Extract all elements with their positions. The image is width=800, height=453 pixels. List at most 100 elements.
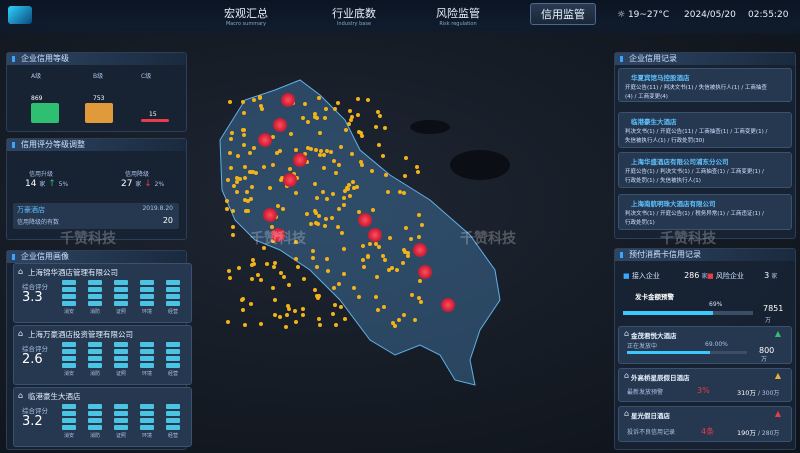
hotel-marker[interactable] [317,152,322,157]
record-card[interactable]: 上海南航明珠大酒店有限公司 判决文书(1) / 开庭公告(1) / 税务异常(1… [618,194,792,230]
hotel-marker[interactable] [258,103,263,108]
tab-risk-regulation[interactable]: 风险监管 Risk regulation [436,5,480,27]
risk-marker[interactable] [358,213,372,227]
hotel-marker[interactable] [352,285,357,290]
hotel-marker[interactable] [402,174,407,179]
hotel-marker[interactable] [301,115,306,120]
hotel-marker[interactable] [274,151,279,156]
prepaid-card[interactable]: ⌂ 星光假日酒店 ▲ 投诉不良信用记录 4条 190万 / 280万 [618,406,792,442]
hotel-downgrade-row[interactable]: 万豪酒店 2019.8.20 信用降级的有数 20 [13,203,179,229]
hotel-marker[interactable] [249,301,254,306]
hotel-marker[interactable] [412,318,417,323]
hotel-marker[interactable] [237,265,242,270]
hotel-marker[interactable] [242,322,247,327]
hotel-marker[interactable] [259,321,264,326]
hotel-marker[interactable] [268,185,273,190]
risk-marker[interactable] [283,173,297,187]
hotel-marker[interactable] [270,286,275,291]
record-card[interactable]: 华夏宾馆马控股酒店 开庭公告(11) / 判决文书(1) / 失信被执行人(1)… [618,68,792,102]
hotel-marker[interactable] [341,272,346,277]
hotel-marker[interactable] [243,208,248,213]
hotel-marker[interactable] [316,95,321,100]
hotel-marker[interactable] [349,152,354,157]
hotel-marker[interactable] [228,137,233,142]
record-card[interactable]: 上海华盛酒店有限公司浦东分公司 开庭公告(1) / 判决文书(1) / 工商抽查… [618,152,792,188]
hotel-marker[interactable] [251,97,256,102]
hotel-marker[interactable] [402,190,407,195]
hotel-marker[interactable] [330,311,335,316]
hotel-marker[interactable] [226,268,231,273]
hotel-marker[interactable] [284,313,289,318]
risk-marker[interactable] [258,133,272,147]
hotel-marker[interactable] [250,169,255,174]
hotel-marker[interactable] [403,225,408,230]
hotel-marker[interactable] [361,257,366,262]
hotel-marker[interactable] [242,132,246,137]
company-card[interactable]: ⌂ 上海锦华酒店管理有限公司 综合评分 3.3 消安 消防 证照 环境 经营 [13,263,192,323]
risk-marker[interactable] [368,228,382,242]
hotel-marker[interactable] [293,190,298,195]
hotel-marker[interactable] [396,317,401,322]
hotel-marker[interactable] [292,308,297,313]
risk-marker[interactable] [293,153,307,167]
hotel-marker[interactable] [376,245,381,250]
hotel-marker[interactable] [416,169,421,174]
hotel-marker[interactable] [386,267,391,272]
company-card[interactable]: ⌂ 上海万豪酒店投资管理有限公司 综合评分 2.6 消安 消防 证照 环境 经营 [13,325,192,385]
hotel-marker[interactable] [355,96,360,101]
hotel-marker[interactable] [301,276,306,281]
hotel-marker[interactable] [255,272,260,277]
hotel-marker[interactable] [375,307,380,312]
hotel-marker[interactable] [321,166,326,171]
hotel-marker[interactable] [351,186,356,191]
hotel-marker[interactable] [281,274,286,279]
hotel-marker[interactable] [361,243,366,248]
hotel-marker[interactable] [381,153,386,158]
prepaid-card[interactable]: ⌂ 金茂君悦大酒店 ▲ 正在发放中 69.00% 800 万 [618,326,792,364]
hotel-marker[interactable] [323,106,328,111]
hotel-marker[interactable] [369,168,374,173]
risk-marker[interactable] [273,118,287,132]
hotel-marker[interactable] [414,164,419,169]
hotel-marker[interactable] [305,120,310,125]
hotel-marker[interactable] [275,204,280,209]
hotel-marker[interactable] [242,165,247,170]
hotel-marker[interactable] [383,257,388,262]
hotel-marker[interactable] [324,256,329,261]
hotel-marker[interactable] [419,222,424,227]
hotel-marker[interactable] [283,324,288,329]
hotel-marker[interactable] [359,163,364,168]
hotel-marker[interactable] [289,131,294,136]
risk-marker[interactable] [441,298,455,312]
hotel-marker[interactable] [242,176,247,181]
risk-marker[interactable] [281,93,295,107]
hotel-marker[interactable] [328,149,333,154]
hotel-marker[interactable] [330,191,335,196]
hotel-marker[interactable] [418,278,423,283]
hotel-marker[interactable] [241,110,246,115]
hotel-marker[interactable] [230,224,235,229]
hotel-marker[interactable] [348,117,353,122]
hotel-marker[interactable] [230,233,235,238]
hotel-marker[interactable] [362,264,367,269]
hotel-marker[interactable] [240,308,245,313]
hotel-marker[interactable] [317,131,322,135]
hotel-marker[interactable] [310,256,315,261]
hotel-marker[interactable] [342,316,347,321]
hotel-marker[interactable] [251,261,256,266]
hotel-marker[interactable] [225,198,229,203]
risk-marker[interactable] [413,243,427,257]
hotel-marker[interactable] [229,130,234,135]
hotel-marker[interactable] [317,213,322,218]
hotel-marker[interactable] [335,100,340,105]
hotel-marker[interactable] [312,181,317,186]
tab-credit-supervision[interactable]: 信用监管 [530,3,596,25]
hotel-marker[interactable] [294,256,299,261]
hotel-marker[interactable] [312,209,317,214]
company-card[interactable]: ⌂ 临港豪生大酒店 综合评分 3.2 消安 消防 证照 环境 经营 [13,387,192,447]
hotel-marker[interactable] [234,189,239,194]
tab-industry-base[interactable]: 行业底数 Industry base [332,5,376,27]
hotel-marker[interactable] [401,248,406,253]
hotel-marker[interactable] [394,267,399,272]
hotel-marker[interactable] [334,322,339,327]
